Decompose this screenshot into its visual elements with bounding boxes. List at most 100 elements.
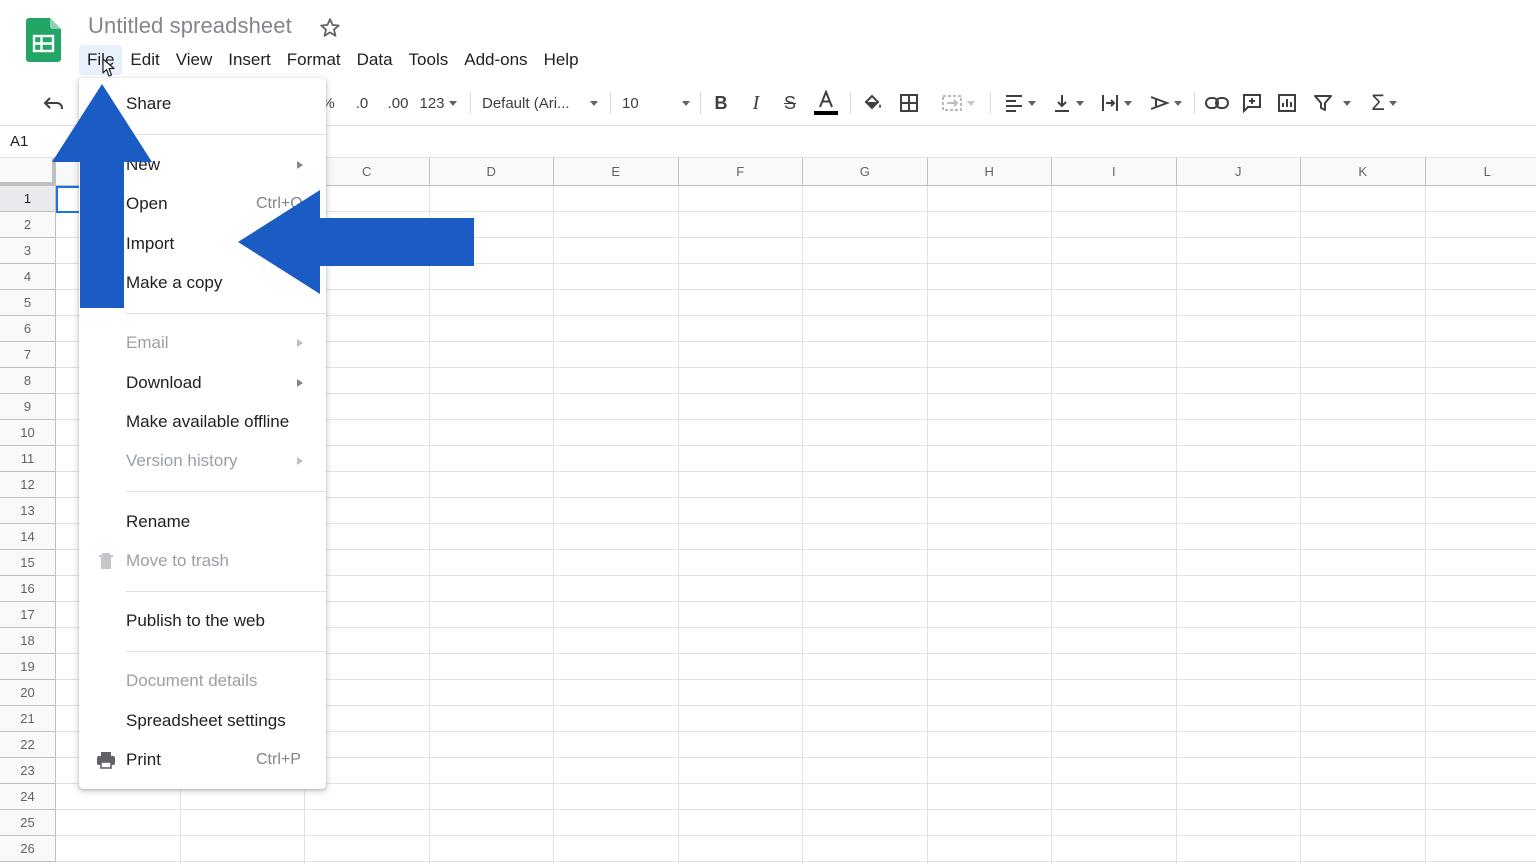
grid-column-line (1300, 186, 1301, 864)
italic-button[interactable]: I (743, 90, 769, 116)
row-header-16[interactable]: 16 (0, 576, 56, 602)
row-header-21[interactable]: 21 (0, 706, 56, 732)
menu-move-to-trash-label: Move to trash (126, 551, 229, 570)
sheets-logo-icon[interactable] (26, 18, 61, 62)
increase-decimal-label: .00 (387, 94, 409, 112)
menu-edit[interactable]: Edit (122, 45, 167, 75)
strikethrough-button[interactable]: S (777, 90, 803, 116)
row-header-17[interactable]: 17 (0, 602, 56, 628)
menu-insert[interactable]: Insert (220, 45, 279, 75)
grid-row-line (56, 835, 1536, 836)
toolbar-divider (700, 92, 701, 114)
text-color-icon (814, 89, 838, 115)
insert-chart-button[interactable] (1273, 90, 1301, 116)
trash-icon (99, 553, 113, 569)
fill-color-button[interactable] (860, 90, 886, 116)
column-header-l[interactable]: L (1425, 158, 1536, 186)
toolbar-divider (850, 92, 851, 114)
row-header-1[interactable]: 1 (0, 186, 56, 212)
font-family-value: Default (Ari... (482, 94, 570, 112)
column-header-g[interactable]: G (803, 158, 928, 186)
menu-divider (125, 134, 326, 135)
row-header-15[interactable]: 15 (0, 550, 56, 576)
print-icon (97, 752, 115, 769)
row-header-2[interactable]: 2 (0, 212, 56, 238)
row-header-13[interactable]: 13 (0, 498, 56, 524)
row-header-14[interactable]: 14 (0, 524, 56, 550)
text-color-button[interactable] (812, 89, 840, 116)
bold-icon: B (714, 92, 728, 113)
font-family-select[interactable]: Default (Ari... (482, 90, 598, 116)
menu-move-to-trash[interactable]: Move to trash (79, 544, 326, 578)
column-header-e[interactable]: E (554, 158, 679, 186)
column-header-k[interactable]: K (1301, 158, 1426, 186)
row-header-3[interactable]: 3 (0, 238, 56, 264)
menu-help[interactable]: Help (536, 45, 587, 75)
row-header-25[interactable]: 25 (0, 810, 56, 836)
star-icon[interactable] (318, 16, 342, 40)
row-header-11[interactable]: 11 (0, 446, 56, 472)
row-header-6[interactable]: 6 (0, 316, 56, 342)
decrease-decimal-button[interactable]: .0 (348, 90, 376, 116)
text-rotation-icon (1150, 96, 1170, 110)
insert-link-button[interactable] (1203, 90, 1231, 116)
row-header-12[interactable]: 12 (0, 472, 56, 498)
link-icon (1205, 97, 1229, 109)
menu-view[interactable]: View (168, 45, 221, 75)
row-header-4[interactable]: 4 (0, 264, 56, 290)
toolbar-divider (1194, 92, 1195, 114)
menu-make-offline[interactable]: Make available offline (79, 405, 326, 439)
row-header-18[interactable]: 18 (0, 628, 56, 654)
row-header-19[interactable]: 19 (0, 654, 56, 680)
insert-comment-button[interactable] (1238, 90, 1266, 116)
row-header-20[interactable]: 20 (0, 680, 56, 706)
menu-print[interactable]: Print Ctrl+P (79, 743, 326, 777)
font-size-select[interactable]: 10 (622, 90, 690, 116)
borders-button[interactable] (896, 90, 922, 116)
menu-email[interactable]: Email (79, 326, 326, 360)
menu-spreadsheet-settings[interactable]: Spreadsheet settings (79, 704, 326, 738)
menu-rename[interactable]: Rename (79, 505, 326, 539)
menu-tools[interactable]: Tools (401, 45, 457, 75)
menu-download[interactable]: Download (79, 366, 326, 400)
row-header-22[interactable]: 22 (0, 732, 56, 758)
horizontal-align-button[interactable] (1000, 90, 1040, 116)
row-header-8[interactable]: 8 (0, 368, 56, 394)
menu-divider (125, 651, 326, 652)
menu-document-details[interactable]: Document details (79, 664, 326, 698)
row-header-9[interactable]: 9 (0, 394, 56, 420)
vertical-align-button[interactable] (1048, 90, 1088, 116)
more-formats-button[interactable]: 123 (416, 90, 460, 116)
column-header-d[interactable]: D (429, 158, 554, 186)
row-header-26[interactable]: 26 (0, 836, 56, 862)
row-header-24[interactable]: 24 (0, 784, 56, 810)
select-all-corner[interactable] (0, 158, 56, 186)
more-formats-label: 123 (419, 94, 445, 112)
row-header-7[interactable]: 7 (0, 342, 56, 368)
name-box[interactable]: A1 (10, 133, 28, 150)
menu-addons[interactable]: Add-ons (456, 45, 535, 75)
menu-publish[interactable]: Publish to the web (79, 604, 326, 638)
submenu-arrow-icon (297, 161, 303, 169)
column-header-j[interactable]: J (1176, 158, 1301, 186)
chevron-down-icon (1076, 100, 1084, 106)
row-header-10[interactable]: 10 (0, 420, 56, 446)
document-title[interactable]: Untitled spreadsheet (88, 13, 292, 39)
text-rotation-button[interactable] (1144, 90, 1186, 116)
grid-row-line (56, 809, 1536, 810)
column-header-i[interactable]: I (1052, 158, 1177, 186)
menu-version-history[interactable]: Version history (79, 444, 326, 478)
menu-data[interactable]: Data (349, 45, 401, 75)
annotation-arrow-up-icon (52, 84, 152, 308)
functions-button[interactable]: Σ (1364, 90, 1404, 116)
row-header-5[interactable]: 5 (0, 290, 56, 316)
column-header-h[interactable]: H (927, 158, 1052, 186)
bold-button[interactable]: B (708, 90, 734, 116)
text-wrapping-button[interactable] (1096, 90, 1136, 116)
increase-decimal-button[interactable]: .00 (382, 90, 414, 116)
column-header-f[interactable]: F (678, 158, 803, 186)
filter-button[interactable] (1308, 90, 1356, 116)
merge-cells-button[interactable] (934, 90, 982, 116)
row-header-23[interactable]: 23 (0, 758, 56, 784)
menu-format[interactable]: Format (279, 45, 349, 75)
